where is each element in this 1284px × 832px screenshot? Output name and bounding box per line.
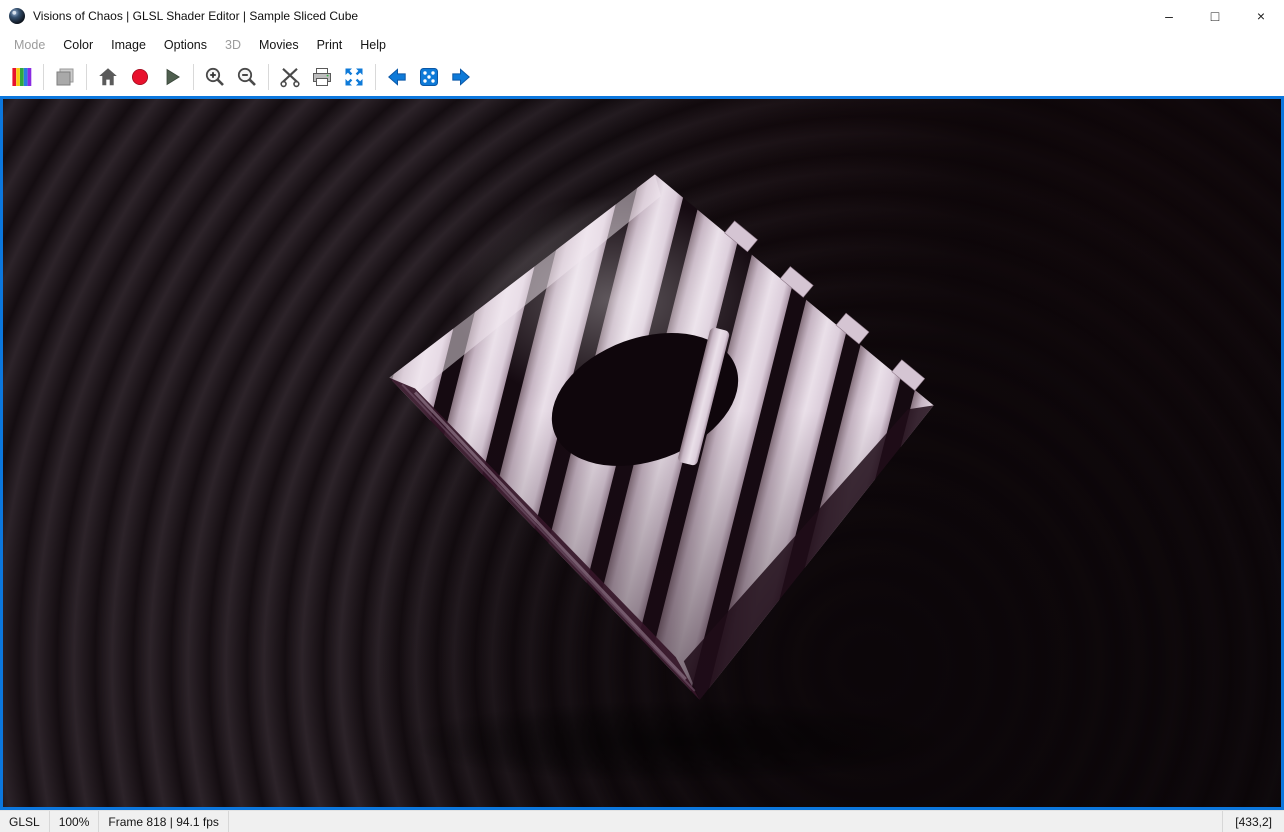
toolbar-separator xyxy=(193,63,194,90)
status-mode: GLSL xyxy=(0,811,50,832)
record-icon xyxy=(132,68,148,85)
app-icon xyxy=(8,7,26,25)
app-window: Visions of Chaos | GLSL Shader Editor | … xyxy=(0,0,1284,832)
menu-item-help[interactable]: Help xyxy=(351,35,395,55)
record-button[interactable] xyxy=(125,62,155,92)
play-icon xyxy=(166,68,180,85)
sliced-cube-object xyxy=(389,174,934,700)
object-shadow xyxy=(406,699,954,784)
next-icon xyxy=(452,67,470,86)
maximize-button[interactable]: □ xyxy=(1192,0,1238,32)
print-icon xyxy=(313,67,331,86)
minimize-button[interactable]: – xyxy=(1146,0,1192,32)
toolbar xyxy=(0,57,1284,96)
status-spacer xyxy=(229,811,1222,832)
window-title: Visions of Chaos | GLSL Shader Editor | … xyxy=(33,9,359,23)
previous-icon xyxy=(388,67,406,86)
menu-item-print[interactable]: Print xyxy=(308,35,352,55)
zoom-in-icon xyxy=(205,67,224,86)
status-coordinates: [433,2] xyxy=(1222,811,1284,832)
titlebar[interactable]: Visions of Chaos | GLSL Shader Editor | … xyxy=(0,0,1284,32)
home-icon xyxy=(99,67,117,85)
menu-item-movies[interactable]: Movies xyxy=(250,35,308,55)
next-button[interactable] xyxy=(446,62,476,92)
zoom-in-button[interactable] xyxy=(200,62,230,92)
random-button[interactable] xyxy=(414,62,444,92)
menu-item-color[interactable]: Color xyxy=(54,35,102,55)
menu-item-image[interactable]: Image xyxy=(102,35,155,55)
previous-button[interactable] xyxy=(382,62,412,92)
menu-item-mode: Mode xyxy=(14,37,46,52)
fullscreen-icon xyxy=(345,68,363,85)
stop-button xyxy=(50,62,80,92)
statusbar: GLSL 100% Frame 818 | 94.1 fps [433,2] xyxy=(0,810,1284,832)
toolbar-separator xyxy=(86,63,87,90)
print-button[interactable] xyxy=(307,62,337,92)
status-zoom: 100% xyxy=(50,811,100,832)
render-viewport[interactable] xyxy=(0,96,1284,810)
random-dice-icon xyxy=(420,67,438,86)
menu-item-3d: 3D xyxy=(225,37,241,52)
status-frame: Frame 818 | 94.1 fps xyxy=(99,811,229,832)
stop-icon xyxy=(56,68,74,85)
play-button[interactable] xyxy=(157,62,187,92)
window-controls: – □ × xyxy=(1146,0,1284,32)
home-button[interactable] xyxy=(93,62,123,92)
close-button[interactable]: × xyxy=(1238,0,1284,32)
toolbar-separator xyxy=(375,63,376,90)
menubar: Mode Color Image Options 3D Movies Print… xyxy=(0,32,1284,57)
shader-render-scene xyxy=(389,174,954,784)
zoom-out-button[interactable] xyxy=(232,62,262,92)
palette-button[interactable] xyxy=(7,62,37,92)
fullscreen-button[interactable] xyxy=(339,62,369,92)
edit-tools-button[interactable] xyxy=(275,62,305,92)
toolbar-separator xyxy=(43,63,44,90)
menu-item-options[interactable]: Options xyxy=(155,35,216,55)
edit-tools-icon xyxy=(280,67,300,87)
zoom-out-icon xyxy=(237,67,256,86)
toolbar-separator xyxy=(268,63,269,90)
palette-icon xyxy=(12,67,32,86)
